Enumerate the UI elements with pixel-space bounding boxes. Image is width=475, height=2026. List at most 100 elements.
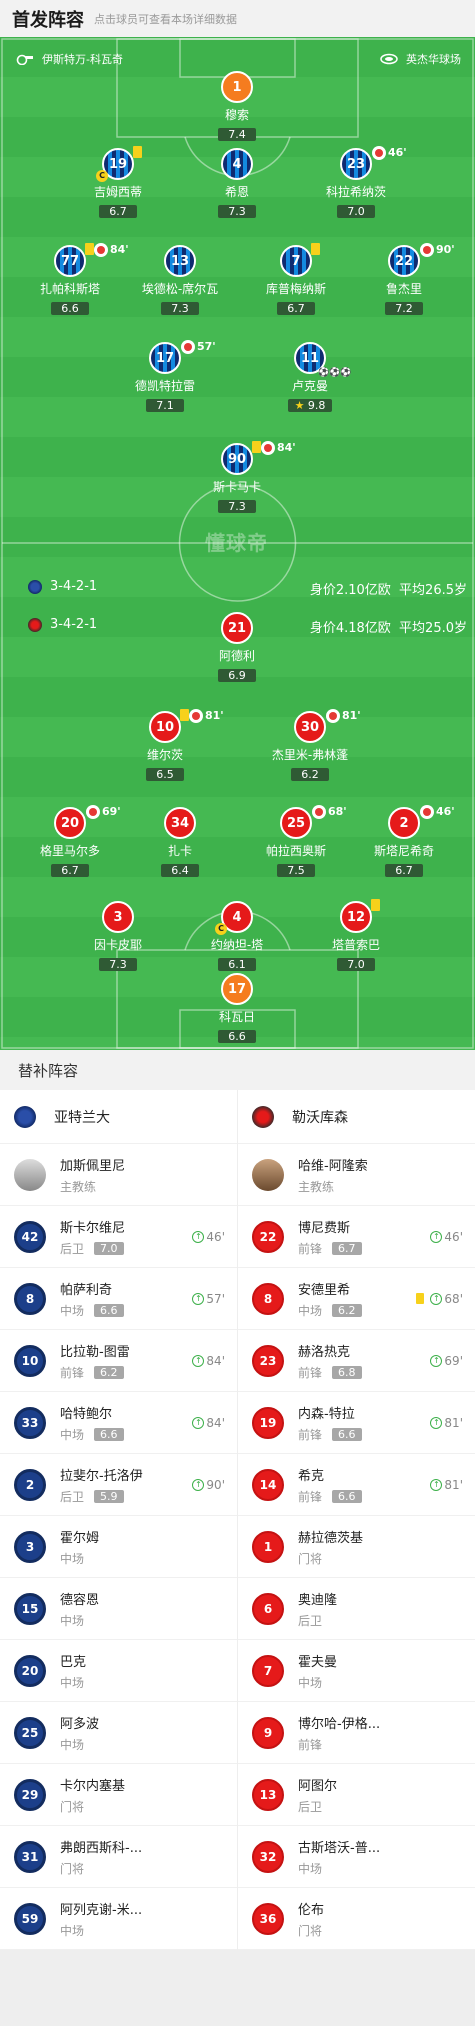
leverkusen-team-row[interactable]: 勒沃库森 — [238, 1090, 475, 1144]
coach-role: 主教练 — [298, 1179, 335, 1194]
stadium-name: 英杰华球场 — [406, 53, 461, 66]
shirt-number-badge: 20 69' — [54, 805, 121, 839]
yellow-card-icon — [252, 441, 261, 453]
sub-player-row[interactable]: 8 安德里希 中场 6.2 ↑ 68' — [238, 1268, 475, 1330]
sub-player-row[interactable]: 29 卡尔内塞基 门将 — [0, 1764, 237, 1826]
player-rating: 6.7 — [385, 864, 423, 877]
player-6[interactable]: 7 库普梅纳斯 6.7 — [241, 243, 351, 316]
player-18[interactable]: 3 因卡皮耶 7.3 — [63, 901, 173, 972]
player-17[interactable]: 2 46' 斯塔尼希奇 6.7 — [349, 805, 459, 878]
rating-value: 6.4 — [171, 864, 189, 877]
sub-player-row[interactable]: 15 德容恩 中场 — [0, 1578, 237, 1640]
rating-value: 6.7 — [287, 302, 305, 315]
shirt-number: 20 — [60, 815, 80, 831]
sub-in-info: ↑ 46' — [430, 1230, 463, 1244]
sub-player-row[interactable]: 33 哈特鲍尔 中场 6.6 ↑ 84' — [0, 1392, 237, 1454]
sub-minute: 81' — [205, 709, 224, 722]
player-13[interactable]: 30 81' 杰里米-弗林蓬 6.2 — [255, 709, 365, 782]
sub-player-row[interactable]: 13 阿图尔 后卫 — [238, 1764, 475, 1826]
player-12[interactable]: 10 81' 维尔茨 6.5 — [110, 709, 224, 782]
rating-value: 9.8 — [307, 399, 326, 412]
sub-player-position: 中场 — [298, 1675, 323, 1690]
player-14[interactable]: 20 69' 格里马尔多 6.7 — [15, 805, 125, 878]
sub-in-arrow-icon: ↑ — [430, 1354, 443, 1367]
shirt-number: 1 — [232, 79, 242, 95]
sub-player-name: 弗朗西斯科-... — [60, 1840, 143, 1856]
sub-player-row[interactable]: 10 比拉勒-图雷 前锋 6.2 ↑ 84' — [0, 1330, 237, 1392]
yellow-card-icon — [133, 146, 142, 158]
player-3[interactable]: 23 46' 科拉希纳茨 7.0 — [301, 146, 411, 219]
shirt-number: 23 — [346, 156, 366, 172]
player-2[interactable]: 4 希恩 7.3 — [182, 148, 292, 219]
sub-player-name: 阿图尔 — [298, 1778, 338, 1794]
goal-icons: ⚽⚽⚽ — [318, 368, 352, 378]
atalanta-coach-row[interactable]: 加斯佩里尼 主教练 — [0, 1144, 237, 1206]
sub-player-row[interactable]: 31 弗朗西斯科-... 门将 — [0, 1826, 237, 1888]
sub-player-name: 霍尔姆 — [60, 1530, 100, 1546]
player-10[interactable]: 90 84' 斯卡马卡 7.3 — [182, 441, 296, 514]
sub-minute: 69' — [102, 805, 121, 818]
player-15[interactable]: 34 扎卡 6.4 — [125, 807, 235, 878]
player-7[interactable]: 22 90' 鲁杰里 7.2 — [349, 243, 459, 316]
shirt-number-badge: 23 46' — [340, 146, 407, 180]
shirt-number-badge: 13 — [164, 245, 196, 277]
player-name: 维尔茨 — [146, 748, 183, 762]
player-0[interactable]: 1 穆索 7.4 — [182, 71, 292, 142]
player-11[interactable]: 21 阿德利 6.9 — [182, 612, 292, 683]
sub-player-row[interactable]: 14 希克 前锋 6.6 ↑ 81' — [238, 1454, 475, 1516]
sub-player-position: 后卫 — [60, 1241, 85, 1256]
sub-player-row[interactable]: 19 内森-特拉 前锋 6.6 ↑ 81' — [238, 1392, 475, 1454]
player-rating: 6.2 — [291, 768, 329, 781]
sub-player-row[interactable]: 2 拉斐尔-托洛伊 后卫 5.9 ↑ 90' — [0, 1454, 237, 1516]
sub-player-row[interactable]: 9 博尔哈-伊格... 前锋 — [238, 1702, 475, 1764]
sub-player-row[interactable]: 20 巴克 中场 — [0, 1640, 237, 1702]
sub-player-rating: 6.2 — [332, 1303, 362, 1317]
leverkusen-age-text: 平均25.0岁 — [399, 621, 467, 636]
sub-in-minute: 57' — [206, 1291, 225, 1306]
sub-player-row[interactable]: 36 伦布 门将 — [238, 1888, 475, 1950]
shirt-number: 77 — [60, 253, 80, 269]
leverkusen-coach-row[interactable]: 哈维-阿隆索 主教练 — [238, 1144, 475, 1206]
sub-player-row[interactable]: 1 赫拉德茨基 门将 — [238, 1516, 475, 1578]
sub-player-row[interactable]: 23 赫洛热克 前锋 6.8 ↑ 69' — [238, 1330, 475, 1392]
sub-player-row[interactable]: 7 霍夫曼 中场 — [238, 1640, 475, 1702]
sub-player-row[interactable]: 32 古斯塔沃-普... 中场 — [238, 1826, 475, 1888]
sub-player-row[interactable]: 59 阿列克谢-米... 中场 — [0, 1888, 237, 1950]
player-1[interactable]: 19 C 吉姆西蒂 6.7 — [63, 146, 173, 219]
sub-in-arrow-icon: ↑ — [430, 1416, 443, 1429]
sub-in-info: ↑ 46' — [192, 1230, 225, 1244]
player-9[interactable]: 11 ⚽⚽⚽ 卢克曼 ★ 9.8 — [255, 342, 365, 413]
shirt-number: 90 — [227, 451, 247, 467]
coach-name: 哈维-阿隆索 — [298, 1158, 368, 1174]
sub-player-row[interactable]: 3 霍尔姆 中场 — [0, 1516, 237, 1578]
player-19[interactable]: 4 C 约纳坦-塔 6.1 — [182, 901, 292, 972]
shirt-number-badge: 90 84' — [221, 441, 296, 475]
shirt-number: 25 — [286, 815, 306, 831]
sub-player-row[interactable]: 6 奥迪隆 后卫 — [238, 1578, 475, 1640]
player-4[interactable]: 77 84' 扎帕科斯塔 6.6 — [15, 243, 129, 316]
sub-in-minute: 84' — [206, 1415, 225, 1430]
atalanta-team-row[interactable]: 亚特兰大 — [0, 1090, 237, 1144]
player-name: 塔普索巴 — [331, 938, 380, 952]
shirt-number-badge: 20 — [14, 1654, 46, 1687]
star-icon: ★ — [294, 399, 308, 412]
sub-player-position: 前锋 — [298, 1365, 323, 1380]
player-5[interactable]: 13 埃德松-席尔瓦 7.3 — [125, 245, 235, 316]
sub-player-position: 门将 — [298, 1923, 323, 1938]
sub-player-position: 中场 — [298, 1861, 323, 1876]
player-16[interactable]: 25 68' 帕拉西奥斯 7.5 — [241, 805, 351, 878]
sub-player-row[interactable]: 25 阿多波 中场 — [0, 1702, 237, 1764]
player-rating: 7.0 — [337, 958, 375, 971]
yellow-card-icon — [371, 899, 380, 911]
sub-player-row[interactable]: 8 帕萨利奇 中场 6.6 ↑ 57' — [0, 1268, 237, 1330]
player-20[interactable]: 12 塔普索巴 7.0 — [301, 899, 411, 972]
player-21[interactable]: 17 科瓦日 6.6 — [182, 973, 292, 1044]
shirt-number-badge: 22 — [252, 1220, 284, 1253]
player-name: 埃德松-席尔瓦 — [141, 282, 219, 296]
sub-player-row[interactable]: 42 斯卡尔维尼 后卫 7.0 ↑ 46' — [0, 1206, 237, 1268]
rating-value: 7.4 — [228, 128, 246, 141]
leverkusen-value: 身价4.18亿欧 平均25.0岁 — [310, 617, 467, 636]
player-8[interactable]: 17 57' 德凯特拉雷 7.1 — [110, 340, 220, 413]
sub-player-row[interactable]: 22 博尼费斯 前锋 6.7 ↑ 46' — [238, 1206, 475, 1268]
sub-minute: 84' — [277, 441, 296, 454]
